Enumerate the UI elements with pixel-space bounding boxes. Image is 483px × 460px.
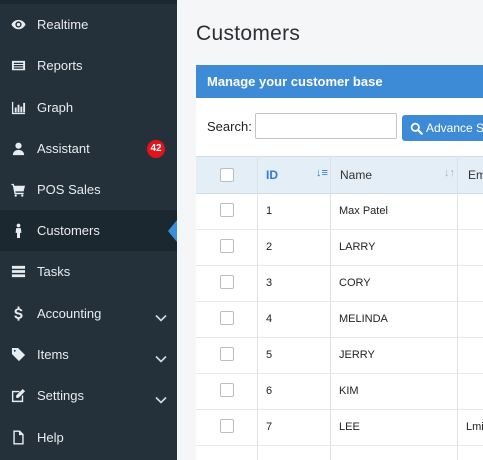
search-input[interactable]	[255, 113, 397, 139]
row-checkbox[interactable]	[220, 347, 234, 361]
column-divider	[330, 156, 331, 460]
cell-id: 4	[266, 313, 273, 325]
sort-desc-icon[interactable]: ↓≡	[316, 167, 328, 179]
row-checkbox[interactable]	[220, 275, 234, 289]
cell-name: LEE	[339, 421, 360, 433]
search-icon	[410, 122, 423, 135]
search-label: Search:	[207, 119, 252, 134]
sidebar-item-settings[interactable]: Settings	[0, 375, 177, 416]
row-checkbox[interactable]	[220, 203, 234, 217]
sidebar-item-label: POS Sales	[37, 182, 101, 197]
cell-name: KIM	[339, 385, 359, 397]
advance-search-label: Advance S	[426, 121, 483, 135]
tag-icon	[10, 347, 26, 363]
column-divider	[457, 156, 458, 460]
cart-icon	[10, 182, 26, 198]
edit-icon	[10, 388, 26, 404]
page-title: Customers	[196, 22, 301, 45]
cell-name: JERRY	[339, 349, 375, 361]
cell-name: CORY	[339, 277, 371, 289]
cell-id: 5	[266, 349, 273, 361]
notification-badge: 42	[147, 139, 165, 158]
cell-name: LARRY	[339, 241, 376, 253]
sidebar-item-accounting[interactable]: Accounting	[0, 293, 177, 334]
advance-search-button[interactable]: Advance S	[402, 115, 483, 141]
sidebar-item-tasks[interactable]: Tasks	[0, 251, 177, 292]
sidebar-item-items[interactable]: Items	[0, 334, 177, 375]
sidebar-item-label: Reports	[37, 58, 83, 73]
sidebar-item-customers[interactable]: Customers	[0, 210, 177, 251]
row-divider	[196, 409, 483, 410]
row-checkbox[interactable]	[220, 239, 234, 253]
sidebar-item-pos-sales[interactable]: POS Sales	[0, 169, 177, 210]
sidebar-item-label: Graph	[37, 100, 74, 115]
sidebar-item-help[interactable]: Help	[0, 417, 177, 458]
list-icon	[10, 58, 26, 74]
sort-icon[interactable]: ↓↑	[444, 167, 455, 179]
sidebar-item-graph[interactable]: Graph	[0, 87, 177, 128]
cell-id: 6	[266, 385, 273, 397]
column-header-id[interactable]: ID	[266, 156, 278, 194]
cell-id: 2	[266, 241, 273, 253]
bar-chart-icon	[10, 100, 26, 116]
cell-email: Lmi	[466, 421, 483, 433]
sidebar-item-label: Customers	[37, 223, 100, 238]
chevron-down-icon	[155, 310, 167, 322]
sidebar-item-label: Settings	[37, 388, 84, 403]
cell-name: Max Patel	[339, 205, 388, 217]
chevron-down-icon	[155, 392, 167, 404]
select-all-checkbox[interactable]	[220, 168, 234, 182]
active-indicator	[168, 220, 177, 242]
cell-id: 3	[266, 277, 273, 289]
tasks-icon	[10, 264, 26, 280]
row-divider	[196, 265, 483, 266]
column-divider	[257, 156, 258, 460]
panel-title: Manage your customer base	[207, 74, 383, 89]
sidebar-item-label: Items	[37, 347, 69, 362]
row-divider	[196, 373, 483, 374]
sidebar-item-label: Accounting	[37, 306, 102, 321]
row-divider	[196, 301, 483, 302]
row-checkbox[interactable]	[220, 311, 234, 325]
cell-id: 1	[266, 205, 273, 217]
row-divider	[196, 229, 483, 230]
sidebar-item-assistant[interactable]: Assistant 42	[0, 128, 177, 169]
eye-icon	[10, 17, 26, 33]
row-divider	[196, 337, 483, 338]
row-divider	[196, 445, 483, 446]
chevron-down-icon	[155, 351, 167, 363]
cell-id: 7	[266, 421, 273, 433]
dollar-icon	[10, 306, 26, 322]
document-icon	[10, 430, 26, 446]
panel-header: Manage your customer base	[196, 65, 483, 98]
sidebar-item-label: Realtime	[37, 17, 89, 32]
column-header-name[interactable]: Name	[340, 156, 372, 194]
row-checkbox[interactable]	[220, 383, 234, 397]
sidebar-item-label: Help	[37, 430, 64, 445]
row-checkbox[interactable]	[220, 419, 234, 433]
cell-name: MELINDA	[339, 313, 388, 325]
person-icon	[10, 223, 26, 239]
sidebar-item-label: Tasks	[37, 264, 71, 279]
column-header-email[interactable]: Em	[468, 156, 483, 194]
sidebar-item-realtime[interactable]: Realtime	[0, 4, 177, 45]
user-icon	[10, 141, 26, 157]
sidebar-item-reports[interactable]: Reports	[0, 45, 177, 86]
